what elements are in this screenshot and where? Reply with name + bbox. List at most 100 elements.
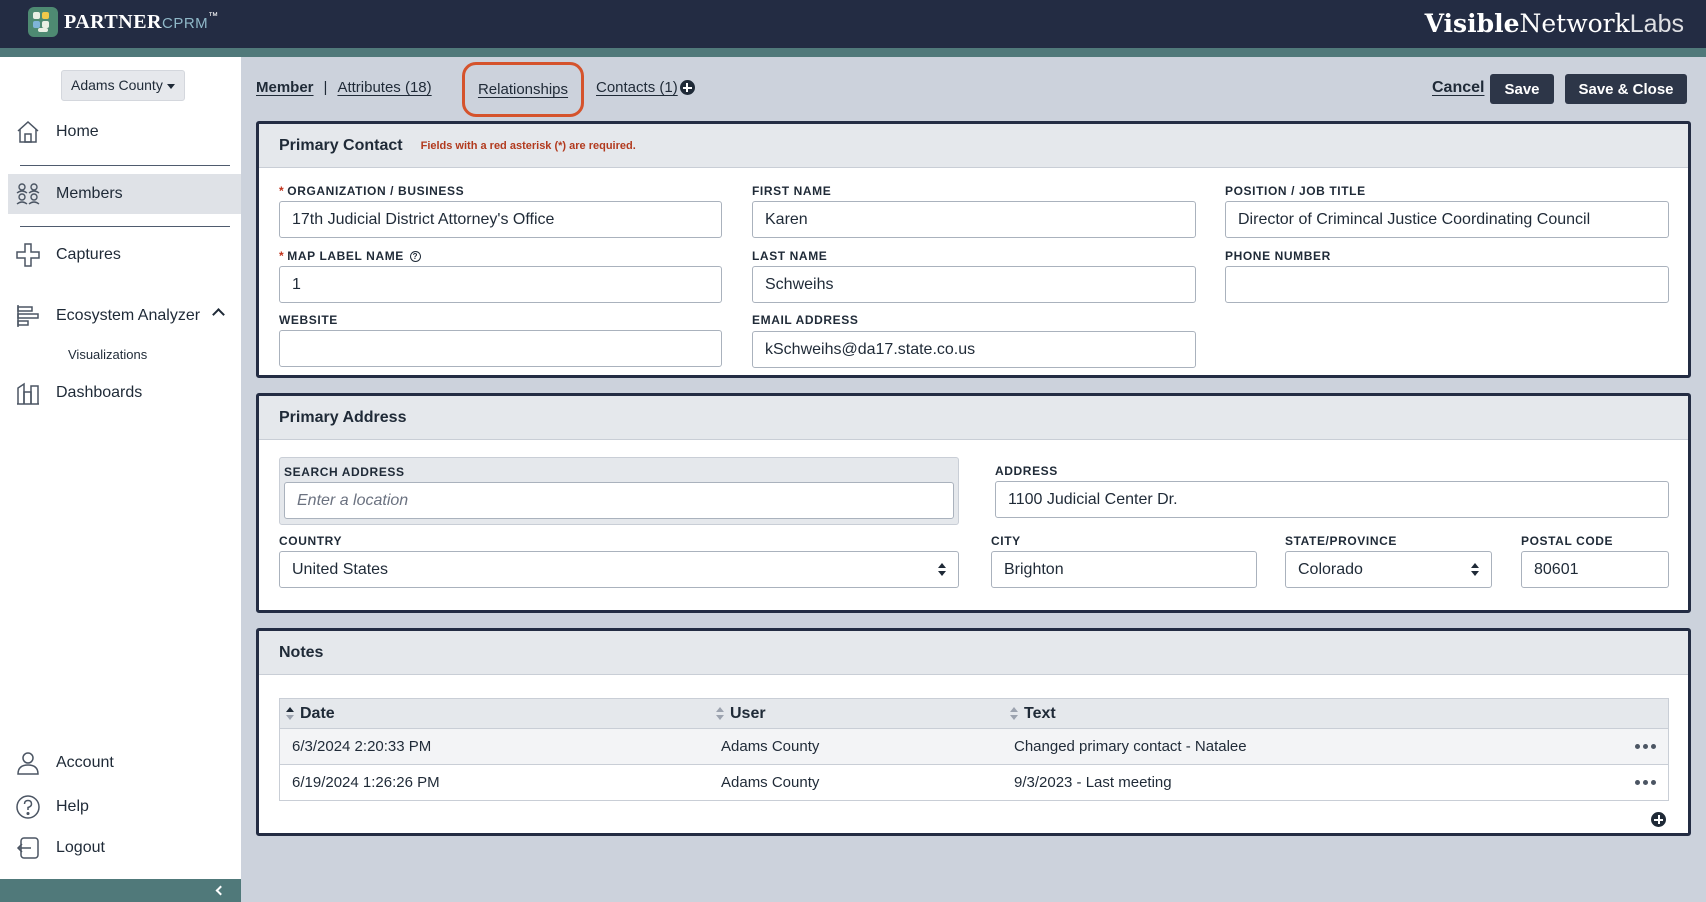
divider	[20, 226, 230, 227]
note-text: Changed primary contact - Natalee	[1014, 738, 1247, 755]
map-label-field[interactable]: 1	[279, 266, 722, 303]
top-bar: PARTNERCPRM™ VisibleNetworkLabs	[0, 0, 1706, 48]
sidebar-item-members[interactable]: Members	[8, 174, 241, 214]
sidebar-collapse-bar[interactable]	[0, 879, 241, 902]
note-date: 6/19/2024 1:26:26 PM	[292, 774, 440, 791]
note-text: 9/3/2023 - Last meeting	[1014, 774, 1172, 791]
members-icon	[14, 180, 42, 208]
city-field[interactable]: Brighton	[991, 551, 1257, 588]
home-icon	[14, 118, 42, 146]
ecosystem-icon	[14, 302, 42, 330]
county-dropdown[interactable]: Adams County	[61, 70, 185, 101]
logo-text: PARTNERCPRM™	[64, 10, 219, 33]
dashboards-icon	[14, 379, 42, 407]
panel-title: Primary Address	[279, 408, 407, 426]
sidebar-subitem-visualizations[interactable]: Visualizations	[68, 347, 147, 362]
tab-attributes[interactable]: Attributes (18)	[337, 79, 431, 96]
sidebar-item-label: Ecosystem Analyzer	[56, 307, 201, 324]
tab-relationships[interactable]: Relationships	[462, 62, 584, 117]
last-name-field[interactable]: Schweihs	[752, 266, 1196, 303]
column-header-user[interactable]: User	[716, 699, 766, 728]
sidebar-item-label: Captures	[56, 246, 121, 263]
sidebar-item-label: Help	[56, 798, 89, 815]
logo-mark-icon	[28, 7, 58, 37]
accent-stripe	[0, 48, 1706, 57]
sidebar-item-logout[interactable]: Logout	[8, 828, 241, 868]
country-label: COUNTRY	[279, 534, 343, 548]
tab-contacts[interactable]: Contacts (1)	[596, 79, 695, 96]
column-header-date[interactable]: Date	[286, 699, 335, 728]
email-field[interactable]: kSchweihs@da17.state.co.us	[752, 331, 1196, 368]
panel-title: Notes	[279, 643, 324, 661]
address-field[interactable]: 1100 Judicial Center Dr.	[995, 481, 1669, 518]
cancel-link[interactable]: Cancel	[1432, 79, 1484, 97]
sort-asc-icon	[286, 707, 294, 720]
add-contact-icon[interactable]	[679, 80, 695, 95]
sidebar-item-captures[interactable]: Captures	[8, 235, 241, 275]
last-name-label: LAST NAME	[752, 249, 828, 263]
account-icon	[14, 749, 42, 777]
map-label: * MAP LABEL NAME?	[279, 249, 421, 263]
table-row[interactable]: 6/3/2024 2:20:33 PM Adams County Changed…	[280, 728, 1668, 764]
partner-cprm-logo[interactable]: PARTNERCPRM™	[28, 7, 219, 37]
search-address-group: SEARCH ADDRESS Enter a location	[279, 457, 959, 525]
org-label: * ORGANIZATION / BUSINESS	[279, 184, 465, 198]
website-field[interactable]	[279, 330, 722, 367]
notes-table: Date User Text 6/3/2024 2:20:33 PM Adams…	[279, 698, 1669, 801]
help-circle-icon[interactable]: ?	[409, 251, 421, 262]
sidebar-item-label: Members	[56, 185, 123, 202]
sidebar: Adams County Home Members Captures Ecosy…	[0, 57, 241, 902]
note-user: Adams County	[721, 774, 820, 791]
panel-header: Notes	[259, 631, 1688, 675]
search-address-input[interactable]: Enter a location	[284, 482, 954, 519]
primary-contact-panel: Primary Contact Fields with a red asteri…	[256, 121, 1691, 378]
email-label: EMAIL ADDRESS	[752, 313, 859, 327]
notes-panel: Notes Date User Text 6/3/2024 2:20:33 PM…	[256, 628, 1691, 836]
sidebar-item-label: Home	[56, 123, 99, 140]
sidebar-item-ecosystem-analyzer[interactable]: Ecosystem Analyzer	[8, 296, 241, 336]
more-options-icon[interactable]	[1635, 744, 1656, 749]
first-name-label: FIRST NAME	[752, 184, 832, 198]
note-date: 6/3/2024 2:20:33 PM	[292, 738, 432, 755]
primary-address-panel: Primary Address SEARCH ADDRESS Enter a l…	[256, 393, 1691, 613]
position-field[interactable]: Director of Crimincal Justice Coordinati…	[1225, 201, 1669, 238]
chevron-up-icon[interactable]	[212, 308, 225, 321]
phone-field[interactable]	[1225, 266, 1669, 303]
search-address-label: SEARCH ADDRESS	[284, 465, 405, 479]
add-note-icon[interactable]	[1651, 812, 1666, 827]
save-button[interactable]: Save	[1490, 74, 1554, 104]
chevron-left-icon[interactable]	[215, 885, 226, 896]
state-select[interactable]: Colorado	[1285, 551, 1492, 588]
phone-label: PHONE NUMBER	[1225, 249, 1331, 263]
sidebar-item-dashboards[interactable]: Dashboards	[8, 373, 241, 413]
tab-contacts-label: Contacts (1)	[596, 79, 678, 96]
panel-header: Primary Contact Fields with a red asteri…	[259, 124, 1688, 168]
panel-title: Primary Contact	[279, 136, 403, 154]
sidebar-item-label: Logout	[56, 839, 105, 856]
country-select[interactable]: United States	[279, 551, 959, 588]
visible-network-labs-brand: VisibleNetworkLabs	[1424, 9, 1684, 38]
postal-code-label: POSTAL CODE	[1521, 534, 1614, 548]
tab-separator: |	[323, 79, 328, 96]
first-name-field[interactable]: Karen	[752, 201, 1196, 238]
note-user: Adams County	[721, 738, 820, 755]
address-label: ADDRESS	[995, 464, 1058, 478]
help-icon	[14, 793, 42, 821]
member-tabs: Member | Attributes (18)	[256, 79, 432, 96]
tab-member[interactable]: Member	[256, 79, 314, 96]
logout-icon	[14, 834, 42, 862]
divider	[20, 165, 230, 166]
column-header-text[interactable]: Text	[1010, 699, 1056, 728]
state-label: STATE/PROVINCE	[1285, 534, 1397, 548]
sidebar-item-home[interactable]: Home	[8, 112, 241, 152]
more-options-icon[interactable]	[1635, 780, 1656, 785]
save-close-button[interactable]: Save & Close	[1565, 74, 1687, 104]
caret-down-icon	[166, 83, 175, 89]
organization-field[interactable]: 17th Judicial District Attorney's Office	[279, 201, 722, 238]
postal-code-field[interactable]: 80601	[1521, 551, 1669, 588]
required-note: Fields with a red asterisk (*) are requi…	[420, 139, 636, 152]
table-row[interactable]: 6/19/2024 1:26:26 PM Adams County 9/3/20…	[280, 764, 1668, 800]
sidebar-item-help[interactable]: Help	[8, 787, 241, 827]
sidebar-item-account[interactable]: Account	[8, 743, 241, 783]
captures-icon	[14, 241, 42, 269]
